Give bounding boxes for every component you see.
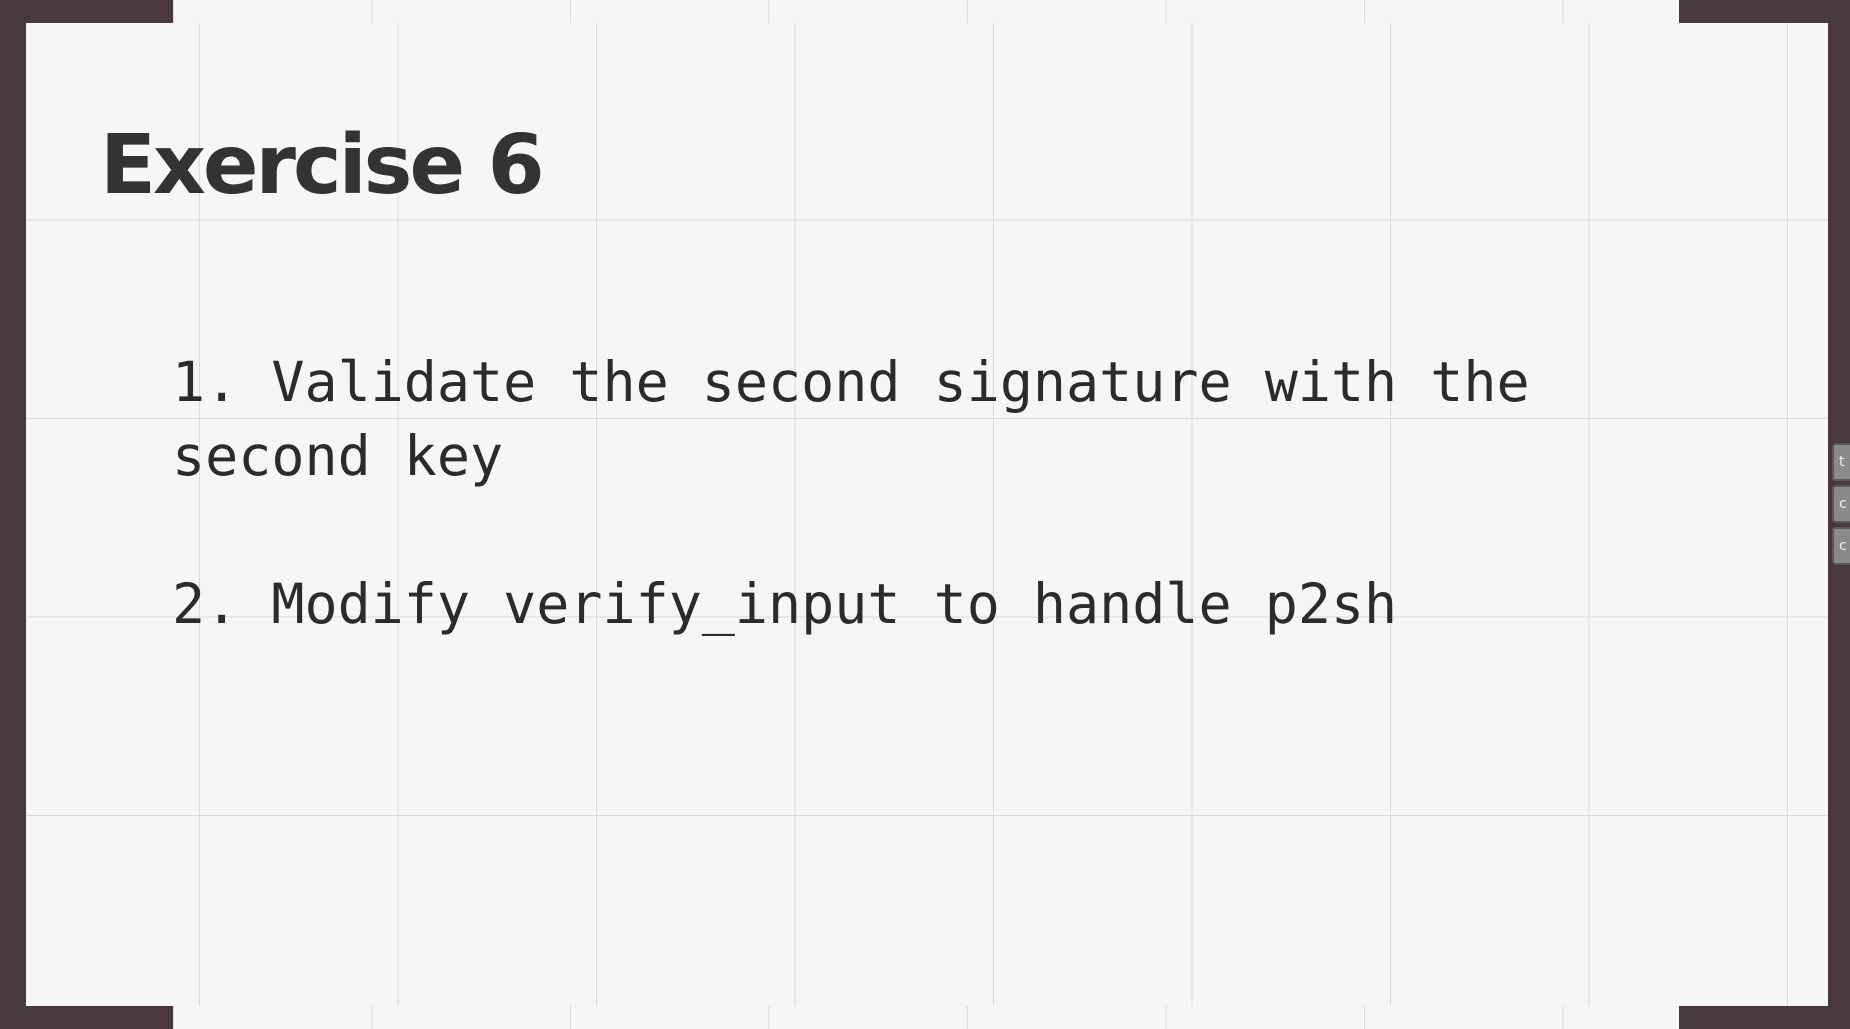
slide-canvas: Exercise 6 1. Validate the second signat…: [26, 23, 1828, 1006]
side-tab-2-icon[interactable]: c: [1832, 485, 1850, 523]
exercise-item-2: 2. Modify verify_input to handle p2sh: [172, 572, 1398, 636]
slide-bottom-edge: [173, 1006, 1679, 1029]
side-tab-3-icon[interactable]: c: [1832, 527, 1850, 565]
side-tab-1-icon[interactable]: t: [1832, 443, 1850, 481]
exercise-list: 1. Validate the second signature with th…: [172, 345, 1592, 715]
slide-top-edge: [173, 0, 1679, 23]
exercise-item-1: 1. Validate the second signature with th…: [172, 350, 1530, 488]
slide-title: Exercise 6: [100, 118, 545, 213]
slide-frame: Exercise 6 1. Validate the second signat…: [0, 0, 1850, 1029]
